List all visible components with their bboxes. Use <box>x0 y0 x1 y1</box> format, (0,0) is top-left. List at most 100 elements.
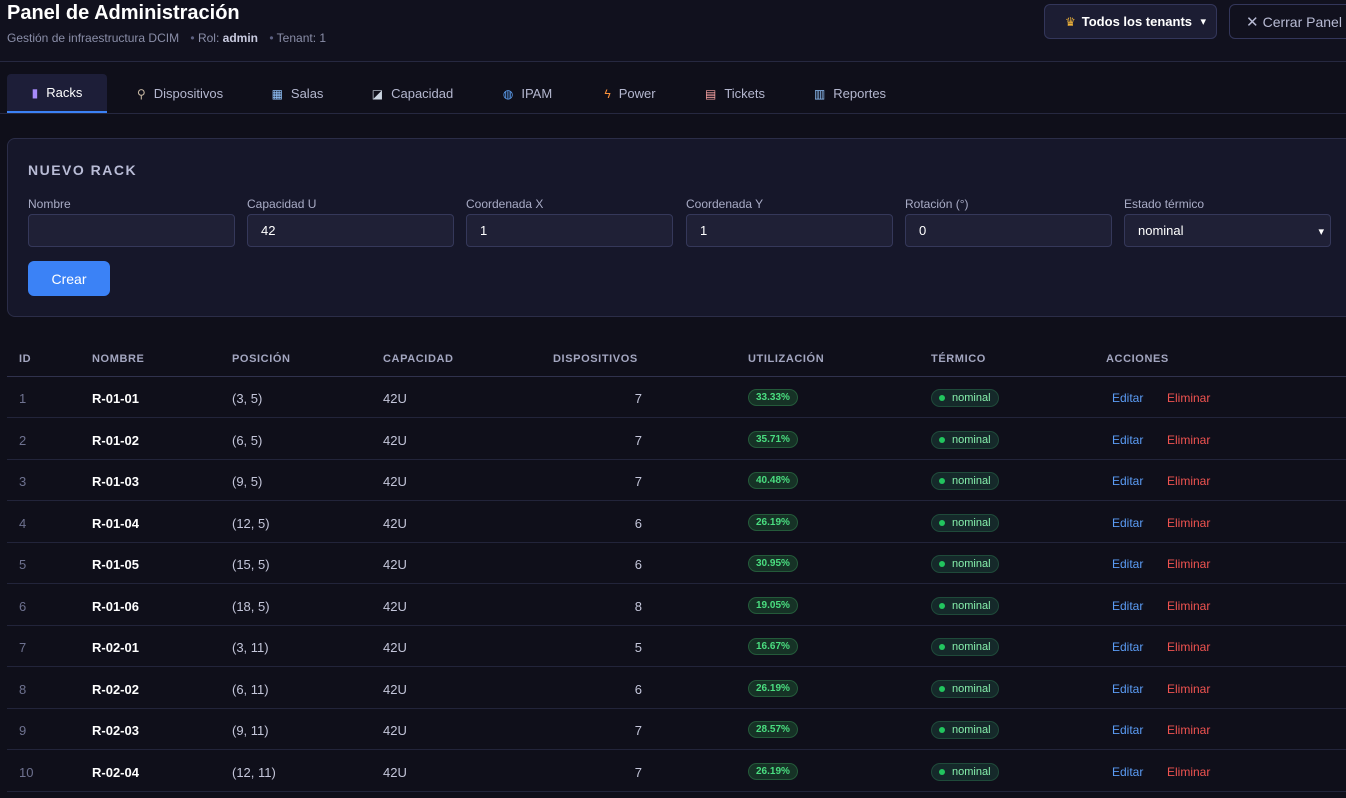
thermal-badge: nominal <box>931 597 999 615</box>
edit-button[interactable]: Editar <box>1112 723 1143 737</box>
tab-salas[interactable]: ▦ Salas <box>255 74 340 113</box>
bolt-icon: ϟ <box>604 86 611 101</box>
plug-icon: ⚲ <box>136 86 146 101</box>
capacity-input[interactable]: 42 <box>247 214 454 247</box>
thermal-badge-label: nominal <box>952 724 991 736</box>
status-dot-icon <box>939 644 945 650</box>
edit-button[interactable]: Editar <box>1112 391 1143 405</box>
thermal-badge: nominal <box>931 638 999 656</box>
coord-x-input[interactable]: 1 <box>466 214 673 247</box>
delete-button[interactable]: Eliminar <box>1167 433 1210 447</box>
subtitle-description: Gestión de infraestructura DCIM <box>7 31 180 45</box>
delete-button[interactable]: Eliminar <box>1167 723 1210 737</box>
create-button[interactable]: Crear <box>28 261 110 296</box>
cell-capacity: 42U <box>383 391 407 406</box>
role-label: Rol: <box>197 31 220 45</box>
cell-name: R-01-04 <box>92 516 139 531</box>
cell-devices: 7 <box>634 474 642 489</box>
header-thermal: TÉRMICO <box>931 353 986 365</box>
cell-devices: 7 <box>634 391 642 406</box>
cell-capacity: 42U <box>383 516 407 531</box>
header-position: POSICIÓN <box>232 353 291 365</box>
delete-button[interactable]: Eliminar <box>1167 391 1210 405</box>
cell-id: 8 <box>19 682 27 697</box>
table-row: 6 R-01-06 (18, 5) 42U 8 19.05% nominal Editar El… <box>7 585 1346 626</box>
tab-bar: ▮ Racks ⚲ Dispositivos ▦ Salas ◪ Capacid… <box>0 62 1346 114</box>
tab-reportes[interactable]: ▥ Reportes <box>795 74 905 113</box>
cell-id: 4 <box>19 516 27 531</box>
header-id: ID <box>19 353 32 365</box>
coord-y-input[interactable]: 1 <box>686 214 893 247</box>
cell-position: (9, 11) <box>232 723 269 738</box>
tab-label: Capacidad <box>391 86 454 101</box>
table-row: 10 R-02-04 (12, 11) 42U 7 26.19% nominal Editar… <box>7 751 1346 792</box>
table-row: 2 R-01-02 (6, 5) 42U 7 35.71% nominal Editar Eli… <box>7 419 1346 460</box>
cell-name: R-02-02 <box>92 682 139 697</box>
tab-dispositivos[interactable]: ⚲ Dispositivos <box>120 74 240 113</box>
separator-dot: • <box>190 31 195 45</box>
page-title: Panel de Administración <box>7 2 240 24</box>
delete-button[interactable]: Eliminar <box>1167 640 1210 654</box>
cell-position: (12, 11) <box>232 765 276 780</box>
report-icon: ▥ <box>813 86 826 101</box>
delete-button[interactable]: Eliminar <box>1167 474 1210 488</box>
status-dot-icon <box>939 478 945 484</box>
utilization-badge: 16.67% <box>748 638 798 655</box>
cell-devices: 7 <box>634 433 642 448</box>
header: Panel de Administración Gestión de infra… <box>0 0 1346 62</box>
ticket-icon: ▤ <box>704 86 717 101</box>
status-dot-icon <box>939 395 945 401</box>
edit-button[interactable]: Editar <box>1112 599 1143 613</box>
chart-icon: ◪ <box>371 86 384 101</box>
edit-button[interactable]: Editar <box>1112 557 1143 571</box>
cell-capacity: 42U <box>383 433 407 448</box>
tab-power[interactable]: ϟ Power <box>585 74 675 113</box>
cell-devices: 6 <box>634 516 642 531</box>
delete-button[interactable]: Eliminar <box>1167 557 1210 571</box>
thermal-badge: nominal <box>931 721 999 739</box>
tab-tickets[interactable]: ▤ Tickets <box>690 74 780 113</box>
thermal-state-select[interactable]: nominal ▾ <box>1124 214 1331 247</box>
delete-button[interactable]: Eliminar <box>1167 516 1210 530</box>
delete-button[interactable]: Eliminar <box>1167 599 1210 613</box>
cell-capacity: 42U <box>383 723 407 738</box>
cell-devices: 6 <box>634 682 642 697</box>
tab-capacidad[interactable]: ◪ Capacidad <box>355 74 470 113</box>
cell-id: 1 <box>19 391 27 406</box>
name-input[interactable] <box>28 214 235 247</box>
edit-button[interactable]: Editar <box>1112 433 1143 447</box>
thermal-state-label: Estado térmico <box>1124 197 1205 211</box>
delete-button[interactable]: Eliminar <box>1167 682 1210 696</box>
header-name: NOMBRE <box>92 353 145 365</box>
edit-button[interactable]: Editar <box>1112 516 1143 530</box>
close-panel-label: Cerrar Panel <box>1262 13 1342 30</box>
tab-label: Racks <box>46 85 83 100</box>
cell-position: (18, 5) <box>232 599 270 614</box>
cell-name: R-01-03 <box>92 474 139 489</box>
edit-button[interactable]: Editar <box>1112 765 1143 779</box>
tab-ipam[interactable]: ◍ IPAM <box>485 74 570 113</box>
form-title: NUEVO RACK <box>28 162 138 178</box>
status-dot-icon <box>939 603 945 609</box>
cell-name: R-01-01 <box>92 391 139 406</box>
cell-capacity: 42U <box>383 557 407 572</box>
edit-button[interactable]: Editar <box>1112 640 1143 654</box>
thermal-badge: nominal <box>931 472 999 490</box>
close-panel-button[interactable]: ✕ Cerrar Panel <box>1229 4 1346 39</box>
header-utilization: UTILIZACIÓN <box>748 353 825 365</box>
rotation-input[interactable]: 0 <box>905 214 1112 247</box>
tenant-select-value: Todos los tenants <box>1081 14 1193 29</box>
tenant-select[interactable]: ♛ Todos los tenants ▾ <box>1044 4 1217 39</box>
cell-capacity: 42U <box>383 682 407 697</box>
edit-button[interactable]: Editar <box>1112 682 1143 696</box>
utilization-badge: 19.05% <box>748 597 798 614</box>
edit-button[interactable]: Editar <box>1112 474 1143 488</box>
utilization-badge: 26.19% <box>748 763 798 780</box>
cell-capacity: 42U <box>383 474 407 489</box>
tab-racks[interactable]: ▮ Racks <box>7 74 107 113</box>
coord-y-label: Coordenada Y <box>686 197 764 211</box>
cell-position: (6, 5) <box>232 433 263 448</box>
delete-button[interactable]: Eliminar <box>1167 765 1210 779</box>
name-label: Nombre <box>28 197 71 211</box>
tab-label: Tickets <box>724 86 766 101</box>
